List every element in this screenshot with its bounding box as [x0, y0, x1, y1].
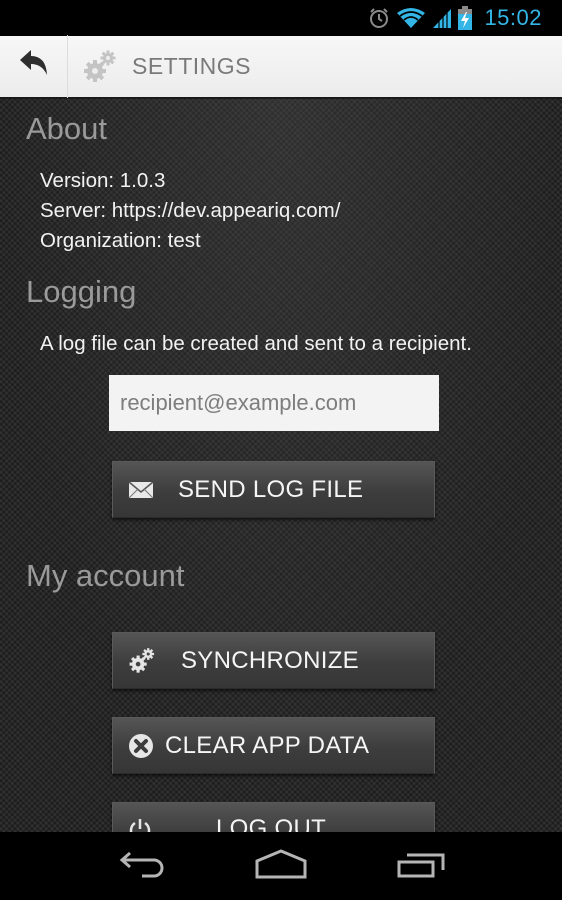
clear-app-data-button[interactable]: CLEAR APP DATA — [112, 717, 435, 774]
cell-signal-icon — [432, 7, 452, 29]
recipient-email-input[interactable] — [109, 375, 439, 431]
back-icon — [116, 850, 164, 883]
logging-section-title: Logging — [26, 274, 137, 309]
settings-content[interactable]: About Version: 1.0.3 Server: https://dev… — [0, 99, 562, 832]
logging-description: A log file can be created and sent to a … — [40, 332, 472, 355]
clear-app-data-label: CLEAR APP DATA — [165, 731, 370, 759]
log-out-label: LOG OUT — [216, 815, 327, 832]
recent-apps-icon — [397, 850, 447, 883]
clock: 15:02 — [484, 5, 542, 30]
my-account-section-title: My account — [26, 558, 185, 593]
organization-info: Organization: test — [40, 229, 201, 252]
version-info: Version: 1.0.3 — [40, 169, 166, 192]
navigation-bar — [0, 832, 562, 900]
action-bar: SETTINGS — [0, 35, 562, 99]
clear-x-icon — [128, 733, 154, 759]
send-log-file-button[interactable]: SEND LOG FILE — [112, 461, 435, 518]
up-back-button[interactable] — [0, 35, 68, 98]
back-arrow-icon — [18, 49, 50, 84]
page-title: SETTINGS — [132, 53, 252, 79]
nav-recent-apps-button[interactable] — [382, 841, 462, 891]
server-info: Server: https://dev.appeariq.com/ — [40, 199, 341, 222]
envelope-icon — [128, 480, 154, 499]
gears-icon — [128, 647, 156, 675]
synchronize-label: SYNCHRONIZE — [181, 646, 359, 674]
power-icon — [128, 817, 152, 832]
wifi-icon — [396, 7, 426, 29]
battery-charging-icon — [458, 6, 473, 30]
gears-icon — [82, 49, 118, 85]
about-section-title: About — [26, 111, 108, 146]
nav-back-button[interactable] — [100, 841, 180, 891]
home-icon — [255, 848, 307, 884]
nav-home-button[interactable] — [241, 841, 321, 891]
status-bar: 15:02 — [0, 0, 562, 36]
send-log-file-label: SEND LOG FILE — [178, 475, 364, 503]
synchronize-button[interactable]: SYNCHRONIZE — [112, 632, 435, 689]
alarm-icon — [368, 7, 390, 29]
log-out-button[interactable]: LOG OUT — [112, 802, 435, 832]
